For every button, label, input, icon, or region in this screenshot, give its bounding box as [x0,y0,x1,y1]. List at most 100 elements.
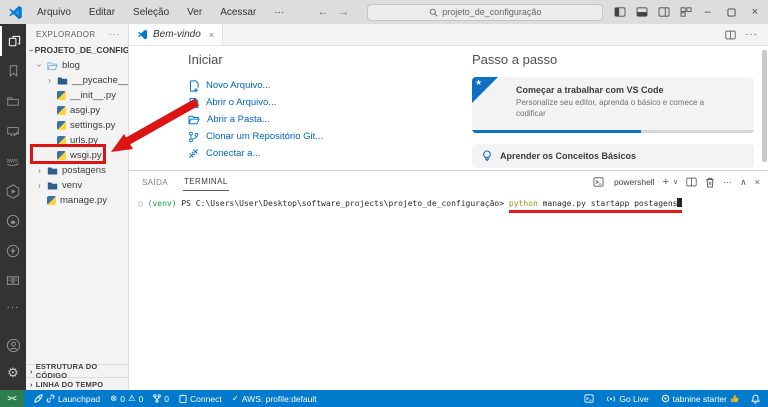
python-file-icon [57,91,66,100]
menu-ver[interactable]: Ver [180,5,209,20]
vscode-logo-icon [8,5,24,20]
tree-item-settings-py[interactable]: settings.py [26,118,128,133]
remote-indicator[interactable]: >< [0,390,24,407]
maximize-button[interactable] [727,8,736,17]
split-editor-icon[interactable] [725,30,736,40]
menu-acessar[interactable]: Acessar [213,5,263,20]
status-bar: >< Launchpad ⊗ 0 ⚠ 0 0 Connect ✓ AWS: pr… [0,390,768,407]
link-conectar-a[interactable]: Conectar a... [188,145,400,162]
folder-icon [47,166,58,176]
tree-item-venv[interactable]: › venv [26,178,128,193]
step-card-vscode[interactable]: ★ Começar a trabalhar com VS Code Person… [472,77,754,133]
problems-item[interactable]: ⊗ 0 ⚠ 0 [110,393,143,404]
more-icon[interactable]: ··· [7,296,20,318]
nav-back-icon[interactable]: ← [317,6,328,18]
search-text: projeto_de_configuração [442,7,541,17]
editor-more-icon[interactable]: ··· [745,29,758,40]
explorer-more-icon[interactable]: ··· [109,30,120,39]
section-estrutura-do-codigo[interactable]: › ESTRUTURA DO CÓDIGO [26,364,128,377]
tree-item-postagens[interactable]: › postagens [26,163,128,178]
terminal-dropdown-icon[interactable]: ∨ [673,178,678,186]
chevron-right-icon: › [30,380,33,389]
search-icon [429,8,438,17]
step-card-conceitos[interactable]: Aprender os Conceitos Básicos [472,144,754,168]
editor-tabbar: Bem-vindo × ··· [129,24,768,46]
shell-name[interactable]: powershell [614,177,655,187]
tab-terminal[interactable]: TERMINAL [183,173,229,191]
notifications-bell-icon[interactable] [751,394,760,404]
github-icon[interactable] [0,206,26,236]
aws-profile-item[interactable]: ✓ AWS: profile:default [232,393,317,404]
link-icon [46,394,55,403]
menu-editar[interactable]: Editar [82,5,122,20]
tab-close-icon[interactable]: × [209,30,214,40]
clipboard-icon [179,394,187,403]
toggle-panel-icon[interactable] [636,7,648,17]
command-decoration: ○ [138,199,148,208]
annotated-command: python manage.py startapp postagens [509,199,683,213]
tree-item-pycache[interactable]: › __pycache__ [26,73,128,88]
editor-scrollbar[interactable] [762,50,767,162]
activity-bar: aws ··· ⚙ [0,24,26,390]
customize-layout-icon[interactable] [680,7,692,17]
chevron-down-icon: › [35,62,44,69]
split-terminal-icon[interactable] [686,177,697,187]
link-abrir-arquivo[interactable]: Abrir o Arquivo... [188,94,400,111]
chevron-right-icon: › [46,76,53,85]
menu-arquivo[interactable]: Arquivo [30,5,78,20]
close-button[interactable]: × [752,6,758,18]
link-novo-arquivo[interactable]: Novo Arquivo... [188,77,400,94]
folder-icon [47,181,58,191]
thumbs-up-icon [730,394,739,403]
menu-selecao[interactable]: Seleção [126,5,176,20]
book-icon[interactable] [0,266,26,296]
tree-root-project[interactable]: › PROJETO_DE_CONFIGURA... [26,43,128,58]
tree-item-asgi-py[interactable]: asgi.py [26,103,128,118]
maximize-panel-icon[interactable]: ∧ [740,177,747,188]
star-icon: ★ [475,78,482,87]
close-panel-icon[interactable]: × [755,177,760,187]
link-abrir-pasta[interactable]: Abrir a Pasta... [188,111,400,128]
account-icon[interactable] [0,330,26,360]
aws-icon[interactable]: aws [0,146,26,176]
explorer-icon[interactable] [0,26,26,56]
tab-saida[interactable]: SAÍDA [141,174,169,191]
connect-item[interactable]: Connect [179,394,222,404]
titlebar: Arquivo Editar Seleção Ver Acessar ··· ←… [0,0,768,24]
toggle-sidebar-icon[interactable] [614,7,626,17]
remote-connect-icon [188,148,199,159]
terminal-more-icon[interactable]: ··· [723,177,732,187]
launchpad-item[interactable]: Launchpad [34,394,100,404]
new-file-icon [188,80,199,92]
new-terminal-icon[interactable]: + [663,176,669,188]
tree-item-init-py[interactable]: __init__.py [26,88,128,103]
toggle-secondary-sidebar-icon[interactable] [658,7,670,17]
tree-item-manage-py[interactable]: manage.py [26,193,128,208]
tabnine-item[interactable]: tabnine starter [661,394,739,404]
screen-edit-icon[interactable] [0,116,26,146]
trash-icon[interactable] [705,177,715,188]
bookmark-icon[interactable] [0,56,26,86]
warnings-icon: ⚠ [128,393,136,404]
annotation-red-box [30,144,106,164]
nav-forward-icon[interactable]: → [338,6,349,18]
explorer-sidebar: EXPLORADOR ··· › PROJETO_DE_CONFIGURA...… [26,24,129,390]
chevron-right-icon: › [36,181,43,190]
command-center-search[interactable]: projeto_de_configuração [367,4,603,21]
powershell-icon [593,177,604,187]
fork-count-item[interactable]: 0 [153,394,169,404]
minimize-button[interactable]: – [704,6,710,18]
tab-bem-vindo[interactable]: Bem-vindo × [129,24,223,45]
folder-icon[interactable] [0,86,26,116]
terminal-status-item[interactable] [584,394,594,403]
thunder-client-icon[interactable] [0,236,26,266]
terminal-body[interactable]: ○ (venv) PS C:\Users\User\Desktop\softwa… [129,193,768,390]
hexagon-play-icon[interactable] [0,176,26,206]
go-live-item[interactable]: Go Live [606,394,648,404]
settings-gear-icon[interactable]: ⚙ [7,360,19,386]
chevron-down-icon: › [27,49,36,52]
link-clonar-repositorio[interactable]: Clonar um Repositório Git... [188,128,400,145]
menu-more[interactable]: ··· [267,5,291,20]
tree-item-blog[interactable]: › blog [26,58,128,73]
chevron-right-icon: › [30,367,33,376]
